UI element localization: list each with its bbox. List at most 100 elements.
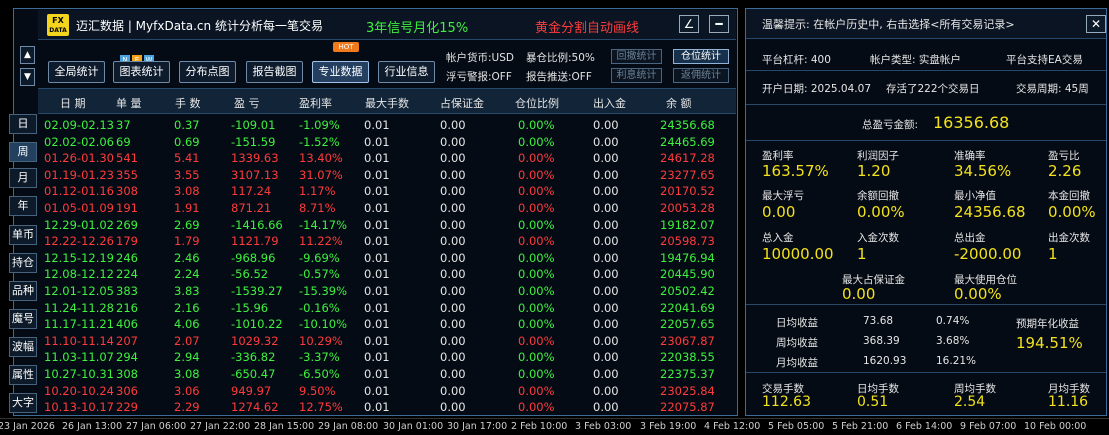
table-row[interactable]: 12.22-12.26 179 1.79 1121.79 11.22% 0.01 0.00 0… <box>38 233 736 250</box>
table-row[interactable]: 11.10-11.14 207 2.07 1029.32 10.29% 0.01 0.00 0… <box>38 333 736 350</box>
promo-signal-link[interactable]: 3年信号月化15% <box>366 17 468 36</box>
table-row[interactable]: 01.05-01.09 191 1.91 871.21 8.71% 0.01 0.00 0.0… <box>38 200 736 217</box>
cell-rate: -14.17% <box>299 217 347 232</box>
side-year[interactable]: 年 <box>9 196 37 216</box>
cell-date: 11.10-11.14 <box>44 333 114 348</box>
promo-fib-link[interactable]: 黄金分割自动画线 <box>535 17 639 36</box>
table-row[interactable]: 01.12-01.16 308 3.08 117.24 1.17% 0.01 0.00 0.0… <box>38 183 736 200</box>
cell-flow: 0.00 <box>593 333 619 348</box>
cell-date: 11.17-11.21 <box>44 317 114 332</box>
table-row[interactable]: 12.29-01.02 269 2.69 -1416.66 -14.17% 0.01 0.0… <box>38 217 736 234</box>
stat-label: 出金次数 <box>1048 232 1090 244</box>
cell-bal: 19476.94 <box>660 250 715 265</box>
time-tick: 9 Feb 07:00 <box>960 421 1017 432</box>
cell-pl: 1339.63 <box>231 151 279 166</box>
cell-bal: 20502.42 <box>660 284 715 298</box>
cell-flow: 0.00 <box>593 217 619 232</box>
col-lots[interactable]: 手 数 <box>175 95 201 111</box>
col-margin[interactable]: 占保证金 <box>440 95 484 111</box>
col-orders[interactable]: 单 量 <box>116 95 142 111</box>
cell-bal: 20598.73 <box>660 234 715 249</box>
minimize-button[interactable]: ━ <box>709 15 729 33</box>
cell-pl: 949.97 <box>231 383 272 398</box>
cell-pl: -151.59 <box>231 134 276 149</box>
table-row[interactable]: 12.15-12.19 246 2.46 -968.96 -9.69% 0.01 0.00 0… <box>38 250 736 267</box>
side-volatility[interactable]: 波幅 <box>9 337 37 357</box>
cell-rate: 9.50% <box>299 383 336 398</box>
side-magic[interactable]: 魔号 <box>9 309 37 329</box>
cell-date: 12.08-12.12 <box>44 267 114 282</box>
cell-maxlots: 0.01 <box>364 350 390 365</box>
side-week[interactable]: 周 <box>9 142 37 162</box>
cell-orders: 294 <box>116 350 138 365</box>
cell-orders: 306 <box>116 383 138 398</box>
cell-pl: 1029.32 <box>231 333 279 348</box>
cell-date: 11.03-11.07 <box>44 350 114 365</box>
cell-flow: 0.00 <box>593 151 619 166</box>
income-label: 日均收益 <box>776 317 818 329</box>
cell-flow: 0.00 <box>593 383 619 398</box>
col-pl[interactable]: 盈 亏 <box>234 95 260 111</box>
side-position[interactable]: 持仓 <box>9 253 37 273</box>
cell-date: 10.20-10.24 <box>44 383 114 398</box>
col-maxlots[interactable]: 最大手数 <box>365 95 409 111</box>
rebate-stats-button[interactable]: 返佣统计 <box>673 68 729 83</box>
scroll-up-arrow[interactable]: ▲ <box>20 46 35 64</box>
cell-rate: -1.52% <box>299 134 340 149</box>
table-row[interactable]: 10.13-10.17 229 2.29 1274.62 12.75% 0.01 0.00 0… <box>38 399 736 416</box>
col-rate[interactable]: 盈利率 <box>299 95 332 111</box>
time-tick: 29 Jan 08:00 <box>318 421 379 432</box>
side-month[interactable]: 月 <box>9 168 37 188</box>
table-row[interactable]: 11.03-11.07 294 2.94 -336.82 -3.37% 0.01 0.00 0… <box>38 349 736 366</box>
nav-global-stats[interactable]: 全局统计 <box>48 61 105 83</box>
nav-report-shot[interactable]: 报告截图 <box>246 61 303 83</box>
col-balance[interactable]: 余 额 <box>666 95 692 111</box>
cell-rate: -6.50% <box>299 367 340 381</box>
drawdown-stats-button[interactable]: 回撤统计 <box>611 49 662 64</box>
total-pl-value: 16356.68 <box>933 113 1010 132</box>
stat-label: 最大浮亏 <box>762 190 804 202</box>
cell-rate: -0.16% <box>299 300 340 315</box>
side-attribute[interactable]: 属性 <box>9 365 37 385</box>
cell-margin: 0.00 <box>440 300 466 315</box>
table-row[interactable]: 12.01-12.05 383 3.83 -1539.27 -15.39% 0.01 0.0… <box>38 283 736 300</box>
nav-industry-info[interactable]: 行业信息 <box>378 61 435 83</box>
side-day[interactable]: 日 <box>9 114 37 134</box>
nav-chart-stats[interactable]: 图表统计 <box>113 61 170 83</box>
nav-pro-data[interactable]: 专业数据 <box>312 61 369 83</box>
table-row[interactable]: 02.02-02.06 69 0.69 -151.59 -1.52% 0.01 0.00 0.… <box>38 134 736 151</box>
account-currency: 帐户货币:USD <box>446 52 514 64</box>
table-row[interactable]: 12.08-12.12 224 2.24 -56.52 -0.57% 0.01 0.00 0.… <box>38 266 736 283</box>
cell-rate: -9.69% <box>299 250 340 265</box>
table-row[interactable]: 01.26-01.30 541 5.41 1339.63 13.40% 0.01 0.00 0… <box>38 150 736 167</box>
cell-rate: -15.39% <box>299 284 347 298</box>
table-row[interactable]: 10.20-10.24 306 3.06 949.97 9.50% 0.01 0.00 0.0… <box>38 383 736 400</box>
cell-lots: 2.29 <box>174 400 200 415</box>
cell-margin: 0.00 <box>440 383 466 398</box>
position-stats-button[interactable]: 仓位统计 <box>673 49 729 64</box>
side-instrument[interactable]: 品种 <box>9 281 37 301</box>
cell-rate: 1.17% <box>299 184 336 199</box>
cell-maxlots: 0.01 <box>364 300 390 315</box>
close-button[interactable]: ✕ <box>1086 15 1106 33</box>
col-date[interactable]: 日 期 <box>60 95 86 111</box>
time-tick: 30 Jan 17:00 <box>447 421 508 432</box>
interest-stats-button[interactable]: 利息统计 <box>611 68 662 83</box>
table-row[interactable]: 01.19-01.23 355 3.55 3107.13 31.07% 0.01 0.00 0… <box>38 167 736 184</box>
edit-button[interactable]: ∠ <box>679 15 699 33</box>
cell-bal: 22057.65 <box>660 317 715 332</box>
col-flow[interactable]: 出入金 <box>593 95 626 111</box>
nav-scatter[interactable]: 分布点图 <box>179 61 236 83</box>
cell-margin: 0.00 <box>440 367 466 381</box>
side-symbol[interactable]: 单币 <box>9 225 37 245</box>
side-bigfont[interactable]: 大字 <box>9 393 37 413</box>
col-position[interactable]: 仓位比例 <box>515 95 559 111</box>
cell-margin: 0.00 <box>440 400 466 415</box>
table-row[interactable]: 11.17-11.21 406 4.06 -1010.22 -10.10% 0.01 0.0… <box>38 316 736 333</box>
table-row[interactable]: 10.27-10.31 308 3.08 -650.47 -6.50% 0.01 0.00 0… <box>38 366 736 383</box>
table-row[interactable]: 02.09-02.13 37 0.37 -109.01 -1.09% 0.01 0.00 0.… <box>38 117 736 134</box>
cell-maxlots: 0.01 <box>364 317 390 332</box>
income-label: 周均收益 <box>776 337 818 349</box>
scroll-down-arrow[interactable]: ▼ <box>20 68 35 86</box>
table-row[interactable]: 11.24-11.28 216 2.16 -15.96 -0.16% 0.01 0.00 0.… <box>38 300 736 317</box>
